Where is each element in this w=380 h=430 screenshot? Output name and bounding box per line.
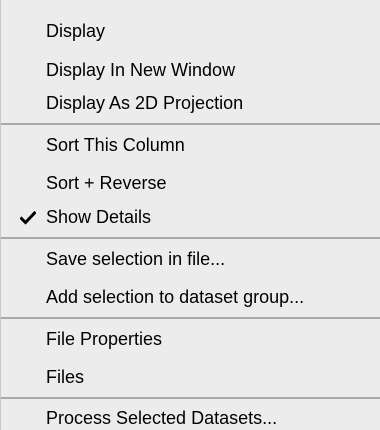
menu-item-label: Display — [46, 21, 106, 41]
menu-item-label: Save selection in file... — [46, 249, 226, 269]
menu-item-add-selection-to-dataset-group[interactable]: Add selection to dataset group... — [1, 283, 380, 312]
menu-item-display-as-2d-projection[interactable]: Display As 2D Projection — [1, 89, 380, 118]
menu-item-files[interactable]: Files — [1, 363, 380, 392]
menu-item-process-selected-datasets[interactable]: Process Selected Datasets... — [1, 404, 380, 430]
menu-item-label: Add selection to dataset group... — [46, 287, 305, 307]
checkmark-icon — [16, 203, 40, 232]
menu-item-label: Files — [46, 367, 85, 387]
menu-separator — [1, 397, 380, 399]
menu-item-sort-reverse[interactable]: Sort + Reverse — [1, 169, 380, 198]
menu-item-save-selection-in-file[interactable]: Save selection in file... — [1, 245, 380, 274]
menu-item-label: Display In New Window — [46, 60, 236, 80]
menu-item-label: Sort This Column — [46, 135, 185, 155]
menu-item-file-properties[interactable]: File Properties — [1, 325, 380, 354]
menu-separator — [1, 237, 380, 239]
menu-item-label: Display As 2D Projection — [46, 93, 244, 113]
menu-item-display-in-new-window[interactable]: Display In New Window — [1, 56, 380, 85]
menu-item-display[interactable]: Display — [1, 17, 380, 46]
menu-separator — [1, 123, 380, 125]
menu-item-label: Process Selected Datasets... — [46, 408, 278, 428]
menu-item-sort-this-column[interactable]: Sort This Column — [1, 131, 380, 160]
menu-item-label: Sort + Reverse — [46, 173, 167, 193]
menu-item-label: File Properties — [46, 329, 163, 349]
menu-item-label: Show Details — [46, 207, 152, 227]
context-menu: Display Display In New Window Display As… — [0, 0, 380, 430]
menu-item-show-details[interactable]: Show Details — [1, 203, 380, 232]
menu-separator — [1, 317, 380, 319]
